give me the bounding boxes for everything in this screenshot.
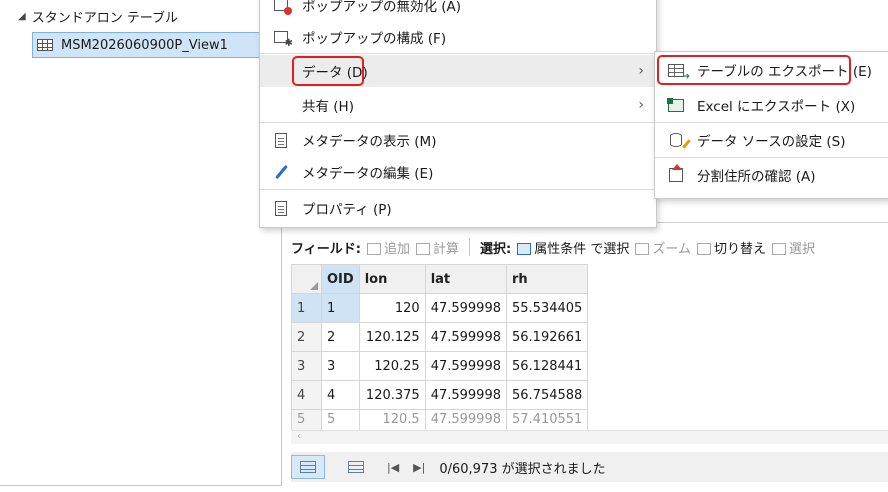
- row-number[interactable]: 3: [291, 351, 322, 381]
- menu-item-data[interactable]: データ (D) ›: [260, 55, 656, 87]
- field-label: フィールド:: [291, 241, 361, 257]
- add-field-button[interactable]: 追加: [366, 238, 410, 257]
- lat-cell[interactable]: 47.599998: [424, 322, 508, 352]
- selected-records-icon: [348, 461, 364, 473]
- popup-disable-icon: [272, 0, 292, 15]
- rh-cell[interactable]: 56.128441: [505, 351, 589, 381]
- excel-export-icon: [667, 96, 685, 114]
- context-menu: ポップアップの無効化 (A) ポップアップの構成 (F) データ (D) › 共…: [259, 0, 657, 228]
- menu-separator: [260, 122, 656, 123]
- collapse-triangle-icon[interactable]: ◢: [18, 11, 26, 22]
- switch-icon: [696, 243, 711, 255]
- menu-item-share[interactable]: 共有 (H) ›: [260, 89, 656, 121]
- calculate-field-button[interactable]: 計算: [415, 238, 459, 257]
- table-row[interactable]: 1 1 120 47.599998 55.534405: [291, 293, 589, 323]
- submenu-arrow-icon: ›: [638, 63, 644, 79]
- table-export-icon: [667, 61, 690, 82]
- menu-separator: [655, 157, 888, 158]
- address-icon: [667, 164, 685, 184]
- last-record-button[interactable]: ▶|: [413, 461, 425, 474]
- lon-cell[interactable]: 120.375: [358, 380, 426, 410]
- show-all-records-button[interactable]: [291, 455, 325, 479]
- popup-config-icon: [272, 28, 293, 49]
- lon-cell[interactable]: 120.125: [358, 322, 426, 352]
- table-toolbar: フィールド: 追加 計算 選択: 属性条件 で選択 ズーム 切り替え 選択: [291, 236, 888, 258]
- horizontal-scrollbar[interactable]: ‹: [291, 430, 888, 444]
- row-number[interactable]: 5: [291, 409, 322, 431]
- add-field-icon: [366, 243, 381, 255]
- row-number[interactable]: 2: [291, 322, 322, 352]
- properties-icon: [272, 199, 290, 217]
- table-row[interactable]: 4 4 120.375 47.599998 56.754588: [291, 380, 589, 410]
- selection-count: 0/60,973 が選択されました: [439, 461, 606, 477]
- column-header-lon[interactable]: lon: [358, 264, 426, 294]
- zoom-icon: [635, 243, 650, 255]
- first-record-button[interactable]: |◀: [387, 461, 399, 474]
- calculator-icon: [415, 243, 430, 255]
- standalone-tables-group[interactable]: ◢ スタンドアロン テーブル: [18, 6, 178, 26]
- lon-cell[interactable]: 120.25: [358, 351, 426, 381]
- zoom-to-button[interactable]: ズーム: [635, 238, 691, 257]
- grid-corner[interactable]: [291, 264, 322, 294]
- table-row[interactable]: 3 3 120.25 47.599998 56.128441: [291, 351, 589, 381]
- attribute-grid: OID lon lat rh 1 1 120 47.599998 55.5344…: [291, 264, 888, 431]
- data-submenu: テーブルの エクスポート (E) Excel にエクスポート (X) データ ソ…: [654, 51, 888, 199]
- menu-item-set-data-source[interactable]: データ ソースの設定 (S): [655, 124, 888, 156]
- table-row[interactable]: 2 2 120.125 47.599998 56.192661: [291, 322, 589, 352]
- select-all-icon: [771, 243, 786, 255]
- rh-cell[interactable]: 56.192661: [505, 322, 589, 352]
- lat-cell[interactable]: 47.599998: [424, 351, 508, 381]
- toolbar-separator: [468, 238, 470, 256]
- table-row[interactable]: 5 5 120.5 47.599998 57.410551: [291, 409, 589, 431]
- lon-cell[interactable]: 120: [358, 293, 426, 323]
- column-header-rh[interactable]: rh: [505, 264, 589, 294]
- rh-cell[interactable]: 57.410551: [505, 409, 589, 431]
- contents-pane: ◢ スタンドアロン テーブル MSM2026060900P_View1: [0, 0, 282, 486]
- metadata-view-icon: [272, 131, 290, 149]
- group-label: スタンドアロン テーブル: [31, 10, 179, 26]
- menu-item-export-excel[interactable]: Excel にエクスポート (X): [655, 89, 888, 121]
- menu-item-view-metadata[interactable]: メタデータの表示 (M): [260, 124, 656, 156]
- row-number[interactable]: 4: [291, 380, 322, 410]
- rh-cell[interactable]: 55.534405: [505, 293, 589, 323]
- select-all-button[interactable]: 選択: [771, 238, 815, 257]
- lon-cell[interactable]: 120.5: [358, 409, 426, 431]
- pencil-icon: [272, 163, 290, 181]
- row-number[interactable]: 1: [291, 293, 322, 323]
- table-icon: [37, 39, 53, 51]
- oid-cell[interactable]: 2: [321, 322, 360, 352]
- lat-cell[interactable]: 47.599998: [424, 293, 508, 323]
- menu-separator: [260, 53, 656, 54]
- menu-item-export-table[interactable]: テーブルの エクスポート (E): [655, 54, 888, 86]
- lat-cell[interactable]: 47.599998: [424, 409, 508, 431]
- table-status-bar: |◀ ▶| 0/60,973 が選択されました: [291, 452, 888, 482]
- rh-cell[interactable]: 56.754588: [505, 380, 589, 410]
- menu-item-edit-metadata[interactable]: メタデータの編集 (E): [260, 156, 656, 188]
- menu-separator: [260, 189, 656, 190]
- data-source-icon: [667, 131, 685, 149]
- menu-item-disable-popup[interactable]: ポップアップの無効化 (A): [260, 0, 656, 21]
- menu-item-configure-popup[interactable]: ポップアップの構成 (F): [260, 21, 656, 53]
- lat-cell[interactable]: 47.599998: [424, 380, 508, 410]
- menu-item-properties[interactable]: プロパティ (P): [260, 192, 656, 224]
- oid-cell[interactable]: 5: [321, 409, 360, 431]
- table-name: MSM2026060900P_View1: [61, 37, 228, 53]
- menu-separator: [655, 122, 888, 123]
- column-header-oid[interactable]: OID: [321, 264, 360, 294]
- menu-item-review-address[interactable]: 分割住所の確認 (A): [655, 159, 888, 191]
- switch-selection-button[interactable]: 切り替え: [696, 238, 766, 257]
- table-layer-item[interactable]: MSM2026060900P_View1: [32, 32, 280, 58]
- show-selected-records-button[interactable]: [339, 455, 373, 479]
- select-by-attribute-button[interactable]: 属性条件 で選択: [517, 238, 629, 257]
- oid-cell[interactable]: 3: [321, 351, 360, 381]
- all-records-icon: [300, 461, 316, 473]
- column-header-lat[interactable]: lat: [424, 264, 508, 294]
- select-by-attribute-icon: [517, 243, 532, 255]
- oid-cell[interactable]: 1: [321, 293, 360, 323]
- oid-cell[interactable]: 4: [321, 380, 360, 410]
- select-label: 選択:: [479, 241, 512, 257]
- submenu-arrow-icon: ›: [638, 97, 644, 113]
